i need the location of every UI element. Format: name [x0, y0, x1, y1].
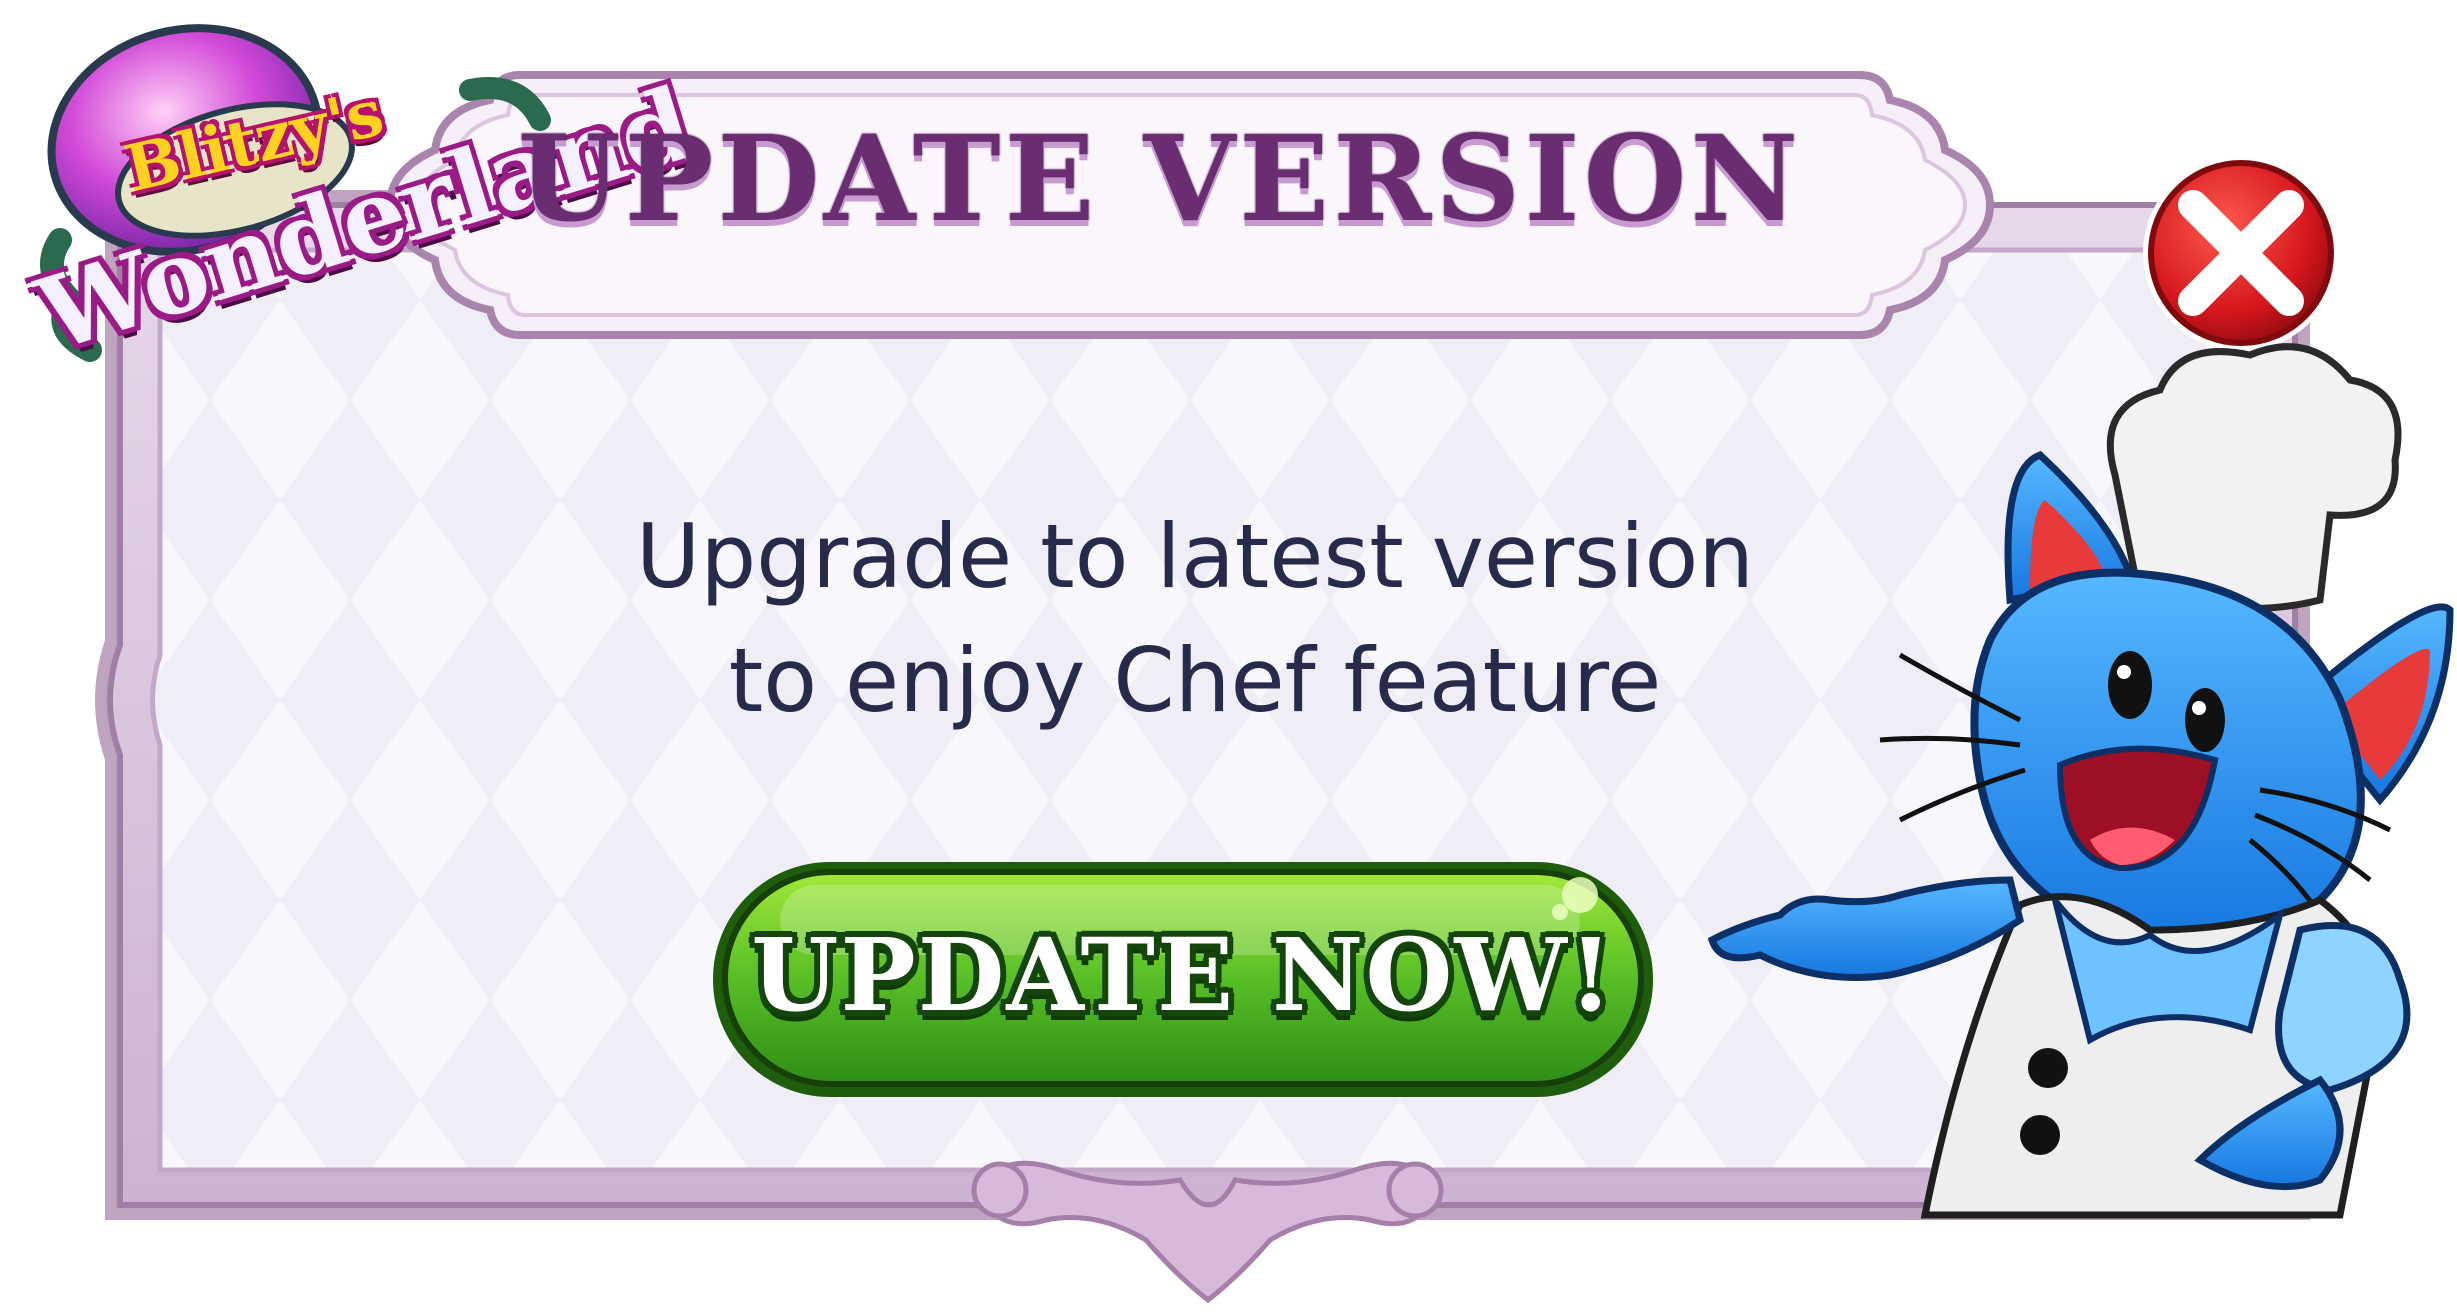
dialog-title: UPDATE VERSION: [517, 109, 1803, 248]
blue-cat-chef-mascot: [1712, 330, 2452, 1220]
update-version-dialog: Blitzy's Wonderland UPDATE VERSION Upgra…: [0, 0, 2457, 1316]
close-button[interactable]: [2143, 155, 2339, 351]
update-now-button[interactable]: UPDATE NOW!: [713, 855, 1653, 1095]
update-now-button-label: UPDATE NOW!: [751, 916, 1615, 1034]
